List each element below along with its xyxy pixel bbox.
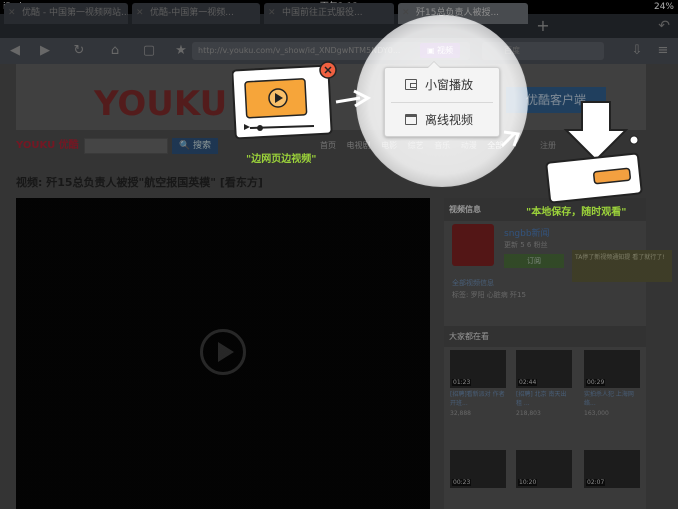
favorite-star-icon[interactable]: ★ <box>172 38 190 64</box>
duration-badge: 00:29 <box>586 379 606 386</box>
menu-icon[interactable]: ≡ <box>654 38 672 64</box>
tab-1[interactable]: ✕ 优酷 - 中国第一视频网站... <box>4 3 128 24</box>
view-count: 163,000 <box>584 410 609 417</box>
thumbnail-image[interactable]: 00:23 <box>450 450 506 488</box>
back-icon[interactable]: ◀ <box>6 38 24 64</box>
callout-mini-window: "边网页边视频" <box>246 154 317 165</box>
refresh-icon[interactable]: ↻ <box>70 38 88 64</box>
close-tab-icon[interactable]: ✕ <box>136 3 144 24</box>
thumbnail-caption[interactable]: [招聘]看新派对 作者开班... <box>450 390 506 408</box>
popular-section: 大家都在看 01:23 [招聘]看新派对 作者开班... 32,888 02:4… <box>444 326 646 488</box>
offline-video-icon <box>405 114 417 125</box>
undo-icon[interactable]: ↶ <box>658 14 670 38</box>
thumbnail-caption[interactable]: 实拍杀人犯 上海网络... <box>584 390 640 408</box>
duration-badge: 02:07 <box>586 479 606 486</box>
channel-avatar[interactable] <box>452 224 494 266</box>
thumbnail-item[interactable]: 01:23 [招聘]看新派对 作者开班... 32,888 <box>450 350 506 417</box>
tab-2[interactable]: ✕ 优酷-中国第一视频... <box>132 3 260 24</box>
mini-window-illustration <box>232 61 372 140</box>
close-tab-icon[interactable]: ✕ <box>8 3 16 24</box>
menu-item-offline-video[interactable]: 离线视频 <box>385 103 499 137</box>
thumbnail-image[interactable]: 00:29 <box>584 350 640 388</box>
thumbnail-image[interactable]: 10:20 <box>516 450 572 488</box>
new-tab-button[interactable]: + <box>532 14 554 38</box>
thumbnail-item[interactable]: 02:44 [招聘] 北京 南天出租 ... 218,803 <box>516 350 572 417</box>
callout-offline-save: "本地保存，随时观看" <box>526 207 627 218</box>
thumbnail-item[interactable]: 02:07 <box>584 450 640 488</box>
thumbnail-caption[interactable]: [招聘] 北京 南天出租 ... <box>516 390 572 408</box>
thumbnail-image[interactable]: 01:23 <box>450 350 506 388</box>
tab-label: 中国前往正式服役... <box>282 8 363 18</box>
battery-level: 24% <box>653 2 674 12</box>
channel-name[interactable]: sngbb新闻 <box>504 226 550 239</box>
tags-text: 标签: 罗阳 心脏病 歼15 <box>452 291 526 299</box>
duration-badge: 02:44 <box>518 379 538 386</box>
floating-notice[interactable]: TA停了新视频通知提 看了就行了! <box>572 250 672 282</box>
download-illustration <box>500 101 643 204</box>
tab-label: 优酷-中国第一视频... <box>150 8 234 18</box>
thumbnail-item[interactable]: 10:20 <box>516 450 572 488</box>
duration-badge: 10:20 <box>518 479 538 486</box>
youku-small-logo[interactable]: YOUKU 优酷 <box>16 136 79 156</box>
video-dropdown-menu: 小窗播放 离线视频 <box>384 61 500 137</box>
tab-3[interactable]: ✕ 中国前往正式服役... <box>264 3 394 24</box>
channel-stats: 更新 5 6 粉丝 <box>504 241 548 249</box>
view-count: 32,888 <box>450 410 471 417</box>
site-search-input[interactable] <box>84 138 168 154</box>
video-player[interactable] <box>16 198 430 509</box>
view-count: 218,803 <box>516 410 541 417</box>
close-tab-icon[interactable]: ✕ <box>268 3 276 24</box>
menu-item-label: 小窗播放 <box>425 78 474 92</box>
home-icon[interactable]: ⌂ <box>106 38 124 64</box>
search-icon: 🔍 <box>178 141 194 151</box>
site-search-button[interactable]: 🔍 搜索 <box>172 138 218 154</box>
thumbnail-image[interactable]: 02:44 <box>516 350 572 388</box>
popular-title: 大家都在看 <box>444 326 646 347</box>
bookmarks-icon[interactable]: ▢ <box>140 38 158 64</box>
thumbnail-image[interactable]: 02:07 <box>584 450 640 488</box>
forward-icon[interactable]: ▶ <box>36 38 54 64</box>
tab-label: 优酷 - 中国第一视频网站... <box>22 8 128 18</box>
download-icon[interactable]: ⇩ <box>628 38 646 64</box>
video-info-link[interactable]: 全部视频信息 <box>452 278 494 288</box>
duration-badge: 01:23 <box>452 379 472 386</box>
mini-window-icon <box>405 79 417 90</box>
thumbnail-item[interactable]: 00:29 实拍杀人犯 上海网络... 163,000 <box>584 350 640 417</box>
duration-badge: 00:23 <box>452 479 472 486</box>
video-title: 视频: 歼15总负责人被授"航空报国英模" [看东方] <box>16 176 263 189</box>
menu-item-mini-window[interactable]: 小窗播放 <box>385 68 499 102</box>
play-icon[interactable] <box>200 329 246 375</box>
sidebar: 视频信息 sngbb新闻 更新 5 6 粉丝 订阅 全部视频信息 标签: 罗阳 … <box>444 198 646 509</box>
menu-item-label: 离线视频 <box>425 113 474 127</box>
subscribe-button[interactable]: 订阅 <box>504 254 564 268</box>
thumbnail-item[interactable]: 00:23 <box>450 450 506 488</box>
